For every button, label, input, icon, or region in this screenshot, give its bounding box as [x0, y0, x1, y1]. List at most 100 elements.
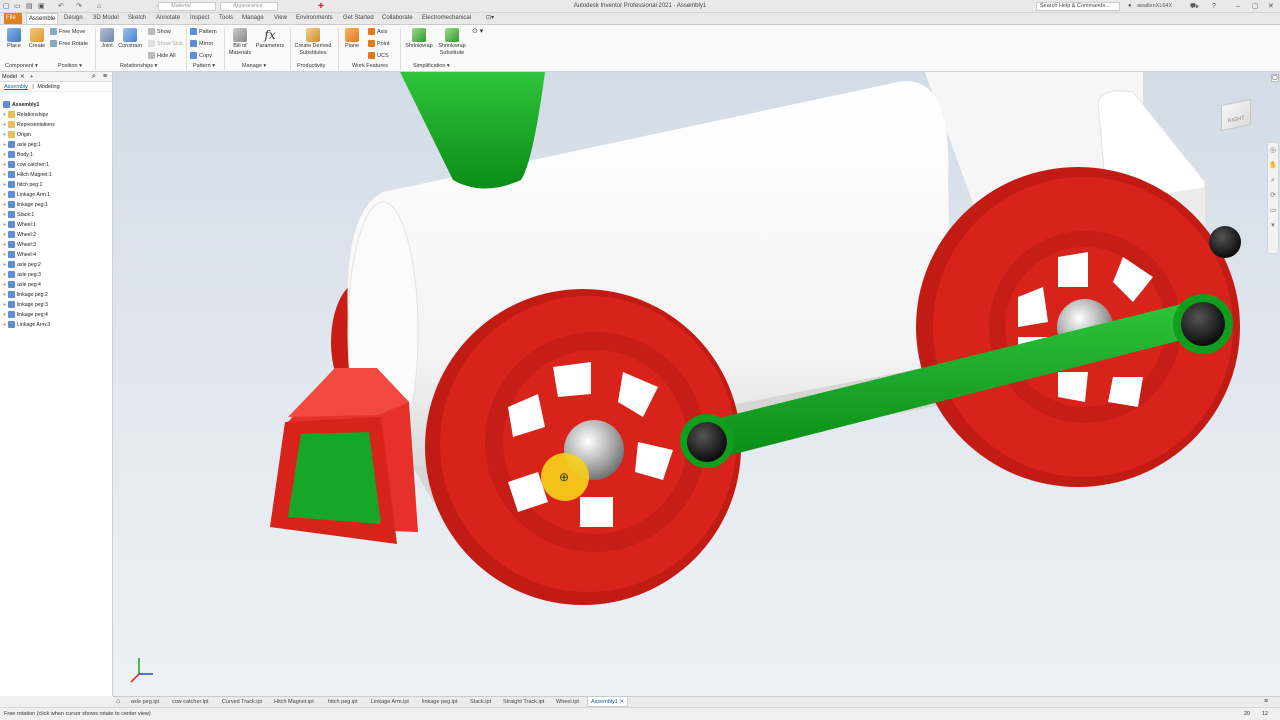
tree-item[interactable]: + linkage peg:3 — [3, 300, 48, 310]
doc-tab-hitch-peg[interactable]: hitch peg.ipt — [325, 697, 361, 707]
tree-item[interactable]: + Linkage Arm:3 — [3, 320, 50, 330]
close-panel-icon[interactable]: ✕ — [20, 72, 25, 82]
tree-item[interactable]: + linkage peg:1 — [3, 200, 48, 210]
group-component[interactable]: Component ▾ — [5, 63, 38, 69]
tab-manage[interactable]: Manage — [240, 13, 266, 24]
plane-button[interactable]: Plane — [342, 28, 362, 50]
tab-assemble[interactable]: Assemble — [26, 13, 59, 24]
joint-button[interactable]: Joint — [98, 28, 116, 50]
group-simplification[interactable]: Simplification ▾ — [413, 63, 450, 69]
doc-tab-linkage-peg[interactable]: linkage peg.ipt — [419, 697, 460, 707]
tree-item[interactable]: + Wheel:1 — [3, 220, 36, 230]
tree-item[interactable]: + Wheel:4 — [3, 250, 36, 260]
ribbon-extra-icon[interactable]: ⊙ ▾ — [472, 28, 483, 35]
steering-wheel-icon[interactable]: ◎ — [1268, 143, 1278, 158]
tab-sketch[interactable]: Sketch — [126, 13, 148, 24]
rear-peg[interactable] — [1209, 226, 1241, 258]
tab-design[interactable]: Design — [62, 13, 85, 24]
point-button[interactable]: Point — [368, 40, 390, 48]
search-icon[interactable]: ⌕ — [92, 72, 96, 82]
tree-item[interactable]: + linkage peg:2 — [3, 290, 48, 300]
place-button[interactable]: Place — [4, 28, 24, 50]
pattern-button[interactable]: Pattern — [190, 28, 217, 36]
subtab-assembly[interactable]: Assembly — [4, 84, 28, 90]
free-move-button[interactable]: Free Move — [50, 28, 85, 36]
tab-extras-icon[interactable]: ⊡▾ — [484, 13, 496, 24]
graphics-window[interactable]: ⊕ RIGHT ◎ ✋ ⌕ ⟳ ▭ ▾ ▢ — [113, 72, 1280, 696]
hide-all-button[interactable]: Hide All — [148, 52, 176, 60]
doc-tab-wheel[interactable]: Wheel.ipt — [553, 697, 582, 707]
train-model-view[interactable]: ⊕ — [113, 72, 1280, 696]
doc-tabs-menu-icon[interactable]: ≡ — [1261, 697, 1271, 707]
show-sick-button[interactable]: Show Sick — [148, 40, 183, 48]
close-icon[interactable]: ✕ — [1268, 2, 1274, 11]
tree-item[interactable]: + Linkage Arm:1 — [3, 190, 50, 200]
bill-of-materials-button[interactable]: Bill of Materials — [227, 28, 253, 57]
axis-button[interactable]: Axis — [368, 28, 387, 36]
group-relationships[interactable]: Relationships ▾ — [120, 63, 157, 69]
tree-item[interactable]: + Hitch Magnet:1 — [3, 170, 52, 180]
tree-item[interactable]: + Stack:1 — [3, 210, 34, 220]
copy-button[interactable]: Copy — [190, 52, 212, 60]
tree-item[interactable]: + axle peg:2 — [3, 260, 41, 270]
tree-item[interactable]: + Relationships — [3, 110, 48, 120]
search-input[interactable]: Search Help & Commands... — [1036, 2, 1120, 11]
doc-tab-cow-catcher[interactable]: cow catcher.ipt — [169, 697, 211, 707]
tree-item[interactable]: + axle peg:4 — [3, 280, 41, 290]
group-manage[interactable]: Manage ▾ — [242, 63, 266, 69]
parameters-button[interactable]: fx Parameters — [254, 28, 286, 50]
tree-item[interactable]: + Wheel:3 — [3, 240, 36, 250]
minimize-icon[interactable]: – — [1236, 2, 1240, 11]
subtab-modeling[interactable]: Modeling — [37, 84, 59, 90]
home-tab-icon[interactable]: ⌂ — [113, 697, 123, 707]
ucs-button[interactable]: UCS — [368, 52, 389, 60]
menu-icon[interactable]: ≡ — [103, 72, 107, 82]
tree-item[interactable]: + Representations — [3, 120, 55, 130]
pan-icon[interactable]: ✋ — [1268, 158, 1278, 173]
user-icon[interactable]: ● — [1128, 2, 1132, 11]
tab-annotate[interactable]: Annotate — [154, 13, 182, 24]
doc-tab-linkage-arm[interactable]: Linkage Arm.ipt — [368, 697, 412, 707]
tab-3d-model[interactable]: 3D Model — [91, 13, 121, 24]
tree-item[interactable]: + linkage peg:4 — [3, 310, 48, 320]
linkage-peg-right[interactable] — [1181, 302, 1225, 346]
create-button[interactable]: Create — [27, 28, 47, 50]
tab-electromechanical[interactable]: Electromechanical — [420, 13, 473, 24]
tree-item[interactable]: + Wheel:2 — [3, 230, 36, 240]
create-derived-substitutes-button[interactable]: Create Derived Substitutes — [292, 28, 334, 57]
zoom-icon[interactable]: ⌕ — [1268, 173, 1278, 188]
tab-view[interactable]: View — [272, 13, 289, 24]
tree-item[interactable]: + Body:1 — [3, 150, 33, 160]
tree-root[interactable]: Assembly1 — [3, 100, 39, 110]
doc-tab-close-icon[interactable]: ✕ — [619, 699, 624, 705]
tab-tools[interactable]: Tools — [217, 13, 235, 24]
look-at-icon[interactable]: ▭ — [1268, 203, 1278, 218]
help-icon[interactable]: ? — [1212, 2, 1216, 11]
group-pattern[interactable]: Pattern ▾ — [193, 63, 215, 69]
tree-item[interactable]: + hitch peg:1 — [3, 180, 42, 190]
doc-tab-hitch-magnet[interactable]: Hitch Magnet.ipt — [271, 697, 317, 707]
group-position[interactable]: Position ▾ — [58, 63, 82, 69]
tab-file[interactable]: File — [4, 13, 22, 24]
tree-item[interactable]: + axle peg:1 — [3, 140, 41, 150]
doc-tab-assembly1[interactable]: Assembly1 ✕ — [587, 697, 629, 707]
doc-tab-stack[interactable]: Stack.ipt — [467, 697, 494, 707]
tab-inspect[interactable]: Inspect — [188, 13, 211, 24]
show-button[interactable]: Show — [148, 28, 171, 36]
tree-item[interactable]: + Origin — [3, 130, 31, 140]
linkage-peg-left[interactable] — [687, 422, 727, 462]
shrinkwrap-substitute-button[interactable]: Shrinkwrap Substitute — [435, 28, 469, 57]
doc-tab-straight-track[interactable]: Straight Track.ipt — [500, 697, 547, 707]
nav-menu-icon[interactable]: ▾ — [1268, 218, 1278, 233]
cart-icon[interactable]: ⛟ — [1190, 2, 1199, 11]
doc-tab-curved-track[interactable]: Curved Track.ipt — [219, 697, 265, 707]
viewport-maximize-icon[interactable]: ▢ — [1271, 74, 1279, 82]
tab-get-started[interactable]: Get Started — [341, 13, 376, 24]
add-panel-icon[interactable]: + — [30, 72, 33, 82]
tree-item[interactable]: + cow catcher:1 — [3, 160, 49, 170]
free-rotate-button[interactable]: Free Rotate — [50, 40, 88, 48]
constrain-button[interactable]: Constrain — [117, 28, 143, 50]
orbit-icon[interactable]: ⟳ — [1268, 188, 1278, 203]
maximize-icon[interactable]: ▢ — [1252, 2, 1259, 11]
shrinkwrap-button[interactable]: Shrinkwrap — [403, 28, 435, 50]
